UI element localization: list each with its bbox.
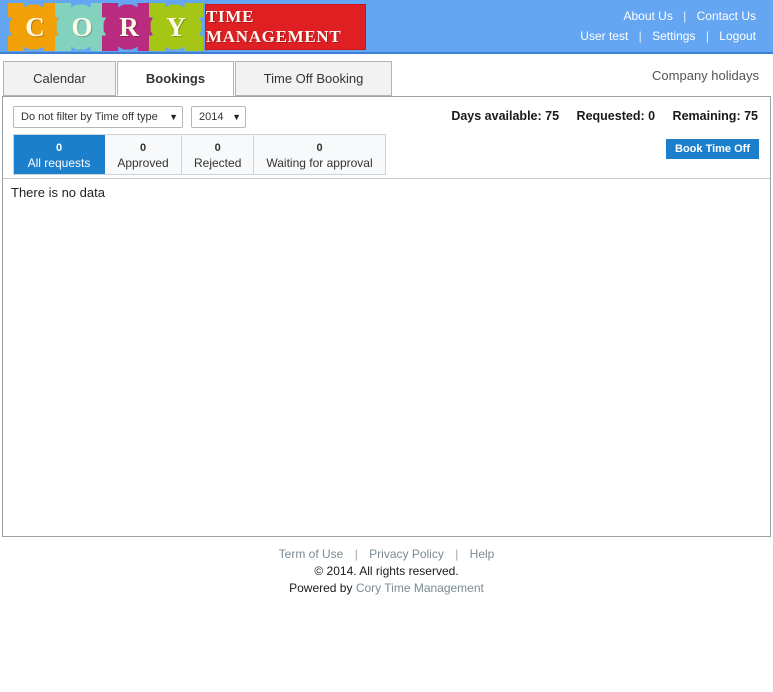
status-filter-bar: 0 All requests 0 Approved 0 Rejected 0 W… — [3, 134, 770, 178]
stat-remaining: Remaining: 75 — [659, 109, 758, 123]
footer-link-term-of-use[interactable]: Term of Use — [275, 547, 348, 561]
stat-requested-label: Requested: — [576, 109, 645, 123]
logo-letter-r: R — [119, 11, 139, 42]
status-tab-rejected-count: 0 — [214, 142, 221, 154]
chevron-down-icon: ▼ — [232, 112, 241, 122]
footer-link-privacy-policy[interactable]: Privacy Policy — [365, 547, 448, 561]
logo-letter-c: C — [25, 11, 45, 42]
chevron-down-icon: ▼ — [169, 112, 178, 122]
footer-powered-link[interactable]: Cory Time Management — [356, 581, 484, 595]
bookings-panel: Do not filter by Time off type ▼ 2014 ▼ … — [2, 96, 771, 537]
tab-bookings-label: Bookings — [145, 71, 206, 86]
nav-link-settings[interactable]: Settings — [649, 29, 698, 43]
tab-time-off-booking-label: Time Off Booking — [263, 71, 364, 86]
footer-separator: | — [354, 547, 358, 561]
stat-days-available-value: 75 — [545, 109, 560, 123]
logo-letter-y: Y — [166, 11, 186, 42]
stat-requested-value: 0 — [648, 109, 656, 123]
brand-banner-label: TIME MANAGEMENT — [206, 7, 342, 46]
company-holidays-link[interactable]: Company holidays — [652, 68, 759, 83]
status-tab-waiting-for-approval[interactable]: 0 Waiting for approval — [254, 135, 385, 174]
nav-separator: | — [683, 9, 687, 23]
nav-link-logout[interactable]: Logout — [716, 29, 759, 43]
page-footer: Term of Use | Privacy Policy | Help © 20… — [0, 545, 773, 597]
year-filter-value: 2014 — [199, 111, 224, 123]
logo-puzzle-piece-c: C — [8, 3, 62, 51]
status-tab-all-requests-label: All requests — [27, 156, 91, 170]
logo-puzzle-piece-o: O — [55, 3, 109, 51]
tab-bookings[interactable]: Bookings — [117, 61, 234, 96]
status-tab-all-requests-count: 0 — [55, 142, 63, 154]
time-off-type-filter-select[interactable]: Do not filter by Time off type ▼ — [13, 106, 183, 128]
page-header: C O R Y TIME MANAGEMENT About Us | Conta… — [0, 0, 773, 54]
nav-link-contact-us[interactable]: Contact Us — [694, 9, 759, 23]
stat-remaining-label: Remaining: — [672, 109, 741, 123]
footer-powered-prefix: Powered by — [289, 581, 356, 595]
year-filter-select[interactable]: 2014 ▼ — [191, 106, 246, 128]
status-tab-all-requests[interactable]: 0 All requests — [14, 135, 105, 174]
header-nav-row-top: About Us | Contact Us — [577, 6, 759, 26]
header-nav-row-bottom: User test | Settings | Logout — [577, 26, 759, 46]
logo-puzzle-piece-y: Y — [149, 3, 203, 51]
book-time-off-button[interactable]: Book Time Off — [666, 139, 759, 159]
time-off-type-filter-value: Do not filter by Time off type — [21, 111, 158, 123]
logo-puzzle-piece-r: R — [102, 3, 156, 51]
stat-days-available: Days available: 75 — [451, 109, 562, 123]
tab-time-off-booking[interactable]: Time Off Booking — [235, 61, 392, 96]
days-summary: Days available: 75 Requested: 0 Remainin… — [451, 109, 758, 123]
status-tab-waiting-count: 0 — [316, 142, 323, 154]
main-tabs-bar: Calendar Bookings Time Off Booking Compa… — [0, 54, 773, 97]
nav-separator: | — [705, 29, 709, 43]
brand-banner: TIME MANAGEMENT — [205, 4, 366, 50]
status-tabs: 0 All requests 0 Approved 0 Rejected 0 W… — [13, 134, 386, 175]
empty-state-message: There is no data — [11, 185, 105, 200]
status-tab-rejected-label: Rejected — [194, 156, 242, 170]
status-tab-waiting-label: Waiting for approval — [266, 156, 373, 170]
status-tab-approved[interactable]: 0 Approved — [105, 135, 182, 174]
footer-link-help[interactable]: Help — [466, 547, 499, 561]
bookings-table-area: There is no data — [3, 178, 770, 533]
logo-letter-o: O — [71, 11, 93, 42]
nav-link-user-test[interactable]: User test — [577, 29, 631, 43]
footer-separator: | — [455, 547, 459, 561]
filter-bar: Do not filter by Time off type ▼ 2014 ▼ … — [3, 97, 770, 134]
stat-requested: Requested: 0 — [563, 109, 659, 123]
nav-link-about-us[interactable]: About Us — [620, 9, 675, 23]
status-tab-rejected[interactable]: 0 Rejected — [182, 135, 255, 174]
nav-separator: | — [638, 29, 642, 43]
footer-links: Term of Use | Privacy Policy | Help — [0, 545, 773, 563]
stat-days-available-label: Days available: — [451, 109, 542, 123]
footer-copyright: © 2014. All rights reserved. — [314, 564, 459, 578]
stat-remaining-value: 75 — [744, 109, 758, 123]
header-nav: About Us | Contact Us User test | Settin… — [577, 6, 759, 46]
status-tab-approved-label: Approved — [117, 156, 169, 170]
footer-powered-by: Powered by Cory Time Management — [0, 580, 773, 597]
tab-calendar[interactable]: Calendar — [3, 61, 116, 96]
tab-calendar-label: Calendar — [33, 71, 86, 86]
status-tab-approved-count: 0 — [139, 142, 147, 154]
